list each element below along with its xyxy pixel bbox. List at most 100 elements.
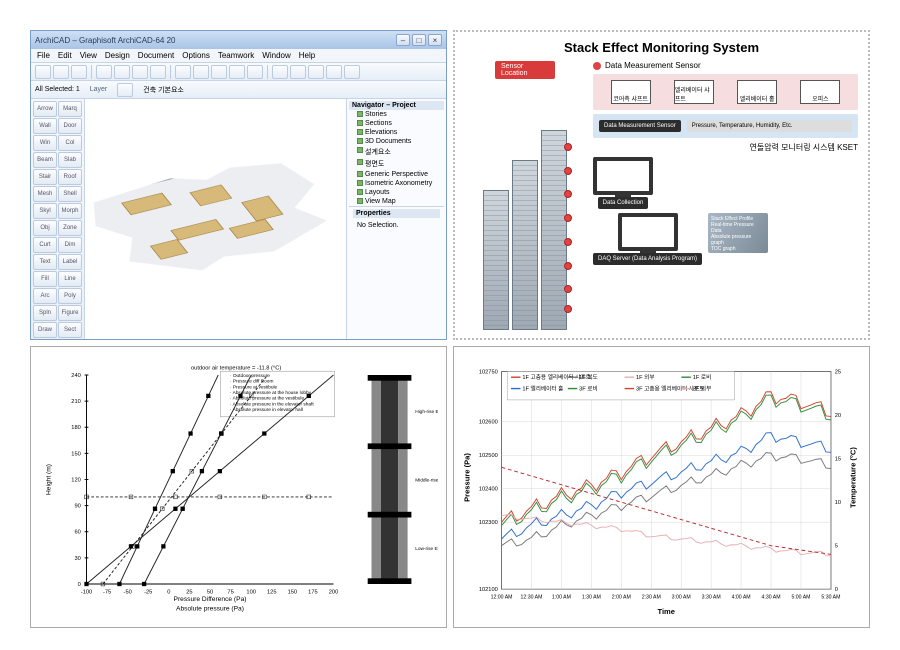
folder-icon [357, 171, 363, 177]
system-diagram-panel: Stack Effect Monitoring System Sensor Lo… [453, 30, 870, 340]
menu-item[interactable]: Options [182, 51, 210, 60]
menu-item[interactable]: Help [299, 51, 315, 60]
svg-text:0: 0 [78, 582, 81, 588]
tool-marquee[interactable]: Marq [58, 101, 82, 117]
tree-item[interactable]: Elevations [349, 128, 444, 137]
tool-spline[interactable]: Spln [33, 305, 57, 321]
tree-item[interactable]: Stories [349, 110, 444, 119]
no-selection-label: No Selection. [353, 218, 440, 233]
properties-header: Properties [353, 209, 440, 218]
menu-item[interactable]: Document [138, 51, 174, 60]
architecture-label: 연돌압력 모니터링 시스템 KSET [593, 142, 858, 153]
minimize-button[interactable]: – [396, 34, 410, 46]
tool-beam[interactable]: Beam [33, 152, 57, 168]
svg-text:150: 150 [288, 590, 298, 596]
tree-item[interactable]: Generic Perspective [349, 170, 444, 179]
svg-text:1:00 AM: 1:00 AM [552, 595, 571, 601]
time-series-chart: 12:00 AM12:30 AM1:00 AM1:30 AM2:00 AM2:3… [453, 346, 870, 628]
tree-item[interactable]: Sections [349, 119, 444, 128]
menu-item[interactable]: Design [105, 51, 130, 60]
toolbar-btn[interactable] [326, 65, 342, 79]
tool-roof[interactable]: Roof [58, 169, 82, 185]
tool-text[interactable]: Text [33, 254, 57, 270]
toolbar-btn[interactable] [344, 65, 360, 79]
toolbar-btn[interactable] [150, 65, 166, 79]
close-button[interactable]: × [428, 34, 442, 46]
tool-line[interactable]: Line [58, 271, 82, 287]
tool-section[interactable]: Sect [58, 322, 82, 338]
tool-fill[interactable]: Fill [33, 271, 57, 287]
tool-skylight[interactable]: Skyl [33, 203, 57, 219]
tool-polyline[interactable]: Poly [58, 288, 82, 304]
room-icon: 엘리베이터 홀 [737, 80, 777, 104]
tree-item[interactable]: Isometric Axonometry [349, 179, 444, 188]
tool-object[interactable]: Obj [33, 220, 57, 236]
tree-item[interactable]: 평면도 [349, 158, 444, 170]
svg-text:120: 120 [71, 477, 81, 483]
svg-text:75: 75 [227, 590, 233, 596]
toolbar-btn[interactable] [193, 65, 209, 79]
menu-item[interactable]: File [37, 51, 50, 60]
toolbar-btn[interactable] [114, 65, 130, 79]
svg-text:Low-rise Elevator Zone: Low-rise Elevator Zone [415, 546, 438, 552]
tool-mesh[interactable]: Mesh [33, 186, 57, 202]
toolbar-btn[interactable] [272, 65, 288, 79]
tool-zone[interactable]: Zone [58, 220, 82, 236]
toolbar-btn[interactable] [211, 65, 227, 79]
toolbar-btn[interactable] [175, 65, 191, 79]
tool-wall[interactable]: Wall [33, 118, 57, 134]
tree-item[interactable]: Layouts [349, 188, 444, 197]
toolbar-btn[interactable] [53, 65, 69, 79]
svg-text:102750: 102750 [479, 369, 498, 375]
svg-text:50: 50 [207, 590, 213, 596]
chart-svg: 0306090120150180210240 -100-75-50-250255… [39, 355, 438, 623]
tool-figure[interactable]: Figure [58, 305, 82, 321]
toolbar-primary [31, 63, 446, 81]
menu-item[interactable]: Window [262, 51, 290, 60]
laptop-device: Data Collection [593, 157, 653, 209]
svg-text:102600: 102600 [479, 420, 498, 426]
tower-icon [483, 190, 509, 330]
tree-item[interactable]: 설계요소 [349, 146, 444, 158]
menu-item[interactable]: View [80, 51, 97, 60]
navigator-header: Navigator – Project [349, 101, 444, 110]
toolbar-btn[interactable] [247, 65, 263, 79]
tool-label[interactable]: Label [58, 254, 82, 270]
toolbar-btn[interactable] [35, 65, 51, 79]
toolbar-btn[interactable] [71, 65, 87, 79]
toolbar-btn[interactable] [290, 65, 306, 79]
svg-text:10: 10 [835, 500, 841, 506]
tool-curtainwall[interactable]: Curt [33, 237, 57, 253]
sensor-dot-icon [564, 285, 572, 293]
toolbar-btn[interactable] [308, 65, 324, 79]
svg-text:15: 15 [835, 456, 841, 462]
tree-item[interactable]: View Map [349, 197, 444, 206]
collection-chip: Data Collection [598, 197, 649, 209]
sensor-dot-icon [564, 305, 572, 313]
tool-window[interactable]: Win [33, 135, 57, 151]
tree-item[interactable]: 3D Documents [349, 137, 444, 146]
svg-text:25: 25 [186, 590, 192, 596]
tool-column[interactable]: Col [58, 135, 82, 151]
toolbar-btn[interactable] [229, 65, 245, 79]
tool-drawing[interactable]: Draw [33, 322, 57, 338]
tool-stair[interactable]: Stair [33, 169, 57, 185]
tool-dimension[interactable]: Dim [58, 237, 82, 253]
3d-viewport[interactable] [85, 99, 346, 339]
tool-slab[interactable]: Slab [58, 152, 82, 168]
toolbar-btn[interactable] [117, 83, 133, 97]
sensor-dot-icon [593, 62, 601, 70]
toolbar-btn[interactable] [132, 65, 148, 79]
tool-arc[interactable]: Arc [33, 288, 57, 304]
tool-arrow[interactable]: Arrow [33, 101, 57, 117]
toolbar-btn[interactable] [96, 65, 112, 79]
tool-door[interactable]: Door [58, 118, 82, 134]
server-device: DAQ Server (Data Analysis Program) [593, 213, 702, 265]
tool-shell[interactable]: Shell [58, 186, 82, 202]
sensor-dot-icon [564, 214, 572, 222]
svg-text:12:30 AM: 12:30 AM [521, 595, 543, 601]
menu-item[interactable]: Edit [58, 51, 72, 60]
menu-item[interactable]: Teamwork [218, 51, 254, 60]
svg-text:3F 로비: 3F 로비 [579, 384, 598, 392]
maximize-button[interactable]: □ [412, 34, 426, 46]
